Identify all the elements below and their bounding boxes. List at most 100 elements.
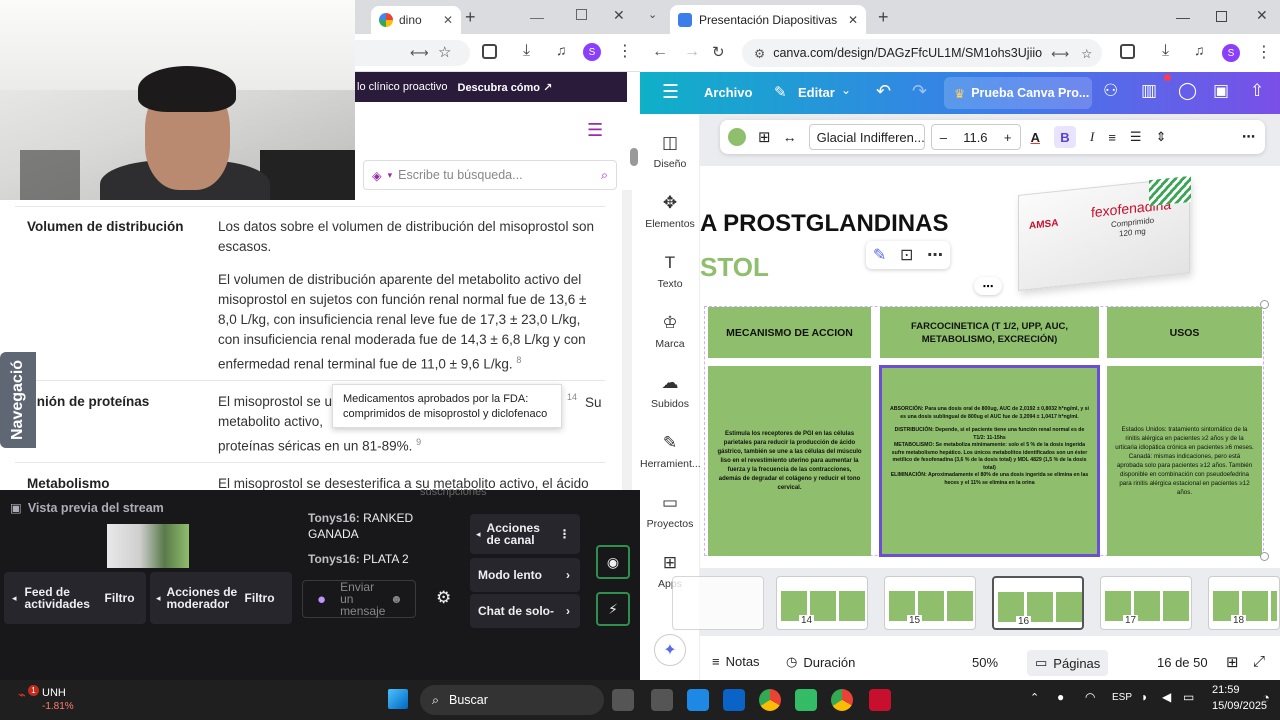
- clock-date[interactable]: 15/09/2025: [1212, 700, 1267, 712]
- language-indicator[interactable]: ESP: [1112, 692, 1132, 703]
- outlook-icon[interactable]: [723, 689, 745, 711]
- back-icon[interactable]: ←: [652, 43, 668, 61]
- microphone-icon[interactable]: ●: [317, 591, 326, 608]
- redo-icon[interactable]: ↷: [912, 81, 927, 102]
- new-tab-icon[interactable]: +: [465, 7, 476, 28]
- minimize-icon[interactable]: —: [530, 9, 544, 25]
- translate-icon[interactable]: ⟷: [410, 45, 429, 61]
- solo-chat-button[interactable]: Chat de solo- ›: [470, 594, 580, 628]
- text-color-icon[interactable]: A: [1031, 130, 1040, 145]
- tray-chevron-icon[interactable]: ⌃: [1030, 691, 1039, 704]
- battery-icon[interactable]: ▭: [1183, 690, 1194, 704]
- more-options-icon[interactable]: ⋯: [1242, 129, 1255, 145]
- search-icon[interactable]: ⌕: [601, 168, 608, 183]
- translate-icon[interactable]: ⟷: [1051, 46, 1069, 61]
- menu-dots-icon[interactable]: ⋮: [617, 41, 633, 61]
- chat-message-input[interactable]: ● Enviar un mensaje ☻: [302, 580, 416, 618]
- menu-archivo[interactable]: Archivo: [704, 85, 752, 100]
- sidebar-item-diseno[interactable]: ◫ Diseño: [640, 132, 700, 170]
- navigation-side-tab[interactable]: Navegació: [0, 352, 36, 448]
- screenshot-icon[interactable]: ◉: [596, 545, 630, 579]
- resize-handle[interactable]: [1260, 300, 1269, 309]
- thumbnail-15[interactable]: 15: [884, 576, 976, 630]
- thumbnail-14[interactable]: 14: [776, 576, 868, 630]
- table-header-mecanismo[interactable]: MECANISMO DE ACCION: [708, 307, 871, 358]
- comment-icon[interactable]: ◯: [1178, 81, 1197, 101]
- thumbnail-18[interactable]: 18: [1208, 576, 1280, 630]
- channel-actions-header[interactable]: ◂ Acciones de canal ⋮: [470, 514, 580, 554]
- zoom-level[interactable]: 50%: [972, 655, 998, 670]
- thumbnail-16-current[interactable]: 16: [992, 576, 1084, 630]
- table-header-farmacocinetica[interactable]: FARCOCINETICA (T 1/2, UPP, AUC, METABOLI…: [880, 307, 1099, 358]
- menu-editar[interactable]: Editar: [798, 85, 835, 100]
- sidebar-item-proyectos[interactable]: ▭ Proyectos: [640, 492, 700, 530]
- feed-filter-button[interactable]: Filtro: [105, 591, 135, 605]
- lightning-icon[interactable]: ⚡: [596, 592, 630, 626]
- maximize-icon[interactable]: [576, 9, 587, 20]
- sidebar-item-texto[interactable]: T Texto: [640, 252, 700, 290]
- profile-avatar[interactable]: S: [583, 43, 601, 61]
- duration-button[interactable]: ◷ Duración: [786, 654, 855, 670]
- thumbnail-13[interactable]: [672, 576, 764, 630]
- resize-handle[interactable]: [1260, 552, 1269, 561]
- undo-icon[interactable]: ↶: [876, 81, 891, 102]
- magic-edit-icon[interactable]: ✎: [873, 245, 886, 265]
- bookmark-star-icon[interactable]: ☆: [438, 43, 451, 61]
- increase-size-button[interactable]: +: [1004, 130, 1012, 145]
- pages-button[interactable]: ▭ Páginas: [1027, 650, 1109, 676]
- site-info-icon[interactable]: ⚙: [754, 46, 765, 61]
- more-icon[interactable]: ⋯: [927, 245, 943, 265]
- medicine-box-image[interactable]: AMSA fexofenadina Comprimido 120 mg: [1018, 175, 1191, 292]
- sidebar-item-marca[interactable]: ♔ Marca: [640, 312, 700, 350]
- chat-username[interactable]: Tonys16:: [308, 552, 360, 566]
- magic-assistant-icon[interactable]: ✦: [654, 634, 686, 666]
- thumbnail-17[interactable]: 17: [1100, 576, 1192, 630]
- chevron-down-icon[interactable]: ⌄: [841, 83, 851, 97]
- fullscreen-icon[interactable]: ⤢: [1253, 653, 1265, 670]
- canva-pro-trial-button[interactable]: ♛ Prueba Canva Pro...: [944, 77, 1092, 109]
- bold-button[interactable]: B: [1053, 126, 1076, 148]
- table-header-usos[interactable]: USOS: [1107, 307, 1262, 358]
- editor-app-icon[interactable]: [687, 689, 709, 711]
- present-icon[interactable]: ▣: [1213, 81, 1229, 101]
- reference[interactable]: 9: [416, 437, 421, 447]
- table-cell-farmacocinetica[interactable]: ABSORCIÓN: Para una dosis oral de 800ug,…: [879, 365, 1100, 557]
- microphone-icon[interactable]: ●: [1057, 690, 1064, 704]
- new-tab-icon[interactable]: +: [878, 7, 889, 28]
- sidebar-item-herramientas[interactable]: ✎ Herramient...: [640, 432, 701, 470]
- font-size-value[interactable]: 11.6: [963, 130, 987, 145]
- hamburger-menu-icon[interactable]: ☰: [587, 120, 603, 141]
- window-close-icon[interactable]: ✕: [613, 7, 625, 24]
- widgets-icon[interactable]: [651, 689, 673, 711]
- bookmark-star-icon[interactable]: ☆: [1081, 46, 1092, 61]
- column-width-icon[interactable]: ↔: [783, 129, 797, 145]
- download-icon[interactable]: ⤓: [1162, 42, 1169, 60]
- mod-filter-button[interactable]: Filtro: [245, 591, 275, 605]
- reload-icon[interactable]: ↻: [712, 43, 725, 61]
- extensions-icon[interactable]: [482, 44, 497, 59]
- italic-button[interactable]: I: [1090, 129, 1094, 145]
- font-family-select[interactable]: Glacial Indifferen...: [808, 124, 925, 150]
- store-app-icon[interactable]: [795, 689, 817, 711]
- slow-mode-button[interactable]: Modo lento ›: [470, 558, 580, 592]
- task-view-icon[interactable]: [612, 689, 634, 711]
- emoji-icon[interactable]: ☻: [390, 592, 403, 606]
- chat-username[interactable]: Tonys16:: [308, 511, 360, 525]
- spacing-icon[interactable]: ⇕: [1156, 129, 1167, 145]
- stock-name[interactable]: UNH: [42, 687, 66, 699]
- kebab-icon[interactable]: ⋮: [559, 527, 571, 541]
- volume-icon[interactable]: ◀: [1162, 690, 1171, 704]
- url-field[interactable]: ⚙ canva.com/design/DAGzFfcUL1M/SM1ohs3Uj…: [742, 39, 1102, 67]
- article-search-input[interactable]: ◈ ▾ Escribe tu búsqueda... ⌕: [363, 160, 617, 190]
- close-tab-icon[interactable]: ✕: [443, 13, 453, 27]
- scrollbar-thumb[interactable]: [630, 148, 638, 166]
- tab-canva[interactable]: Presentación Diapositivas Med ✕: [670, 5, 866, 34]
- notes-button[interactable]: ≡ Notas: [712, 654, 760, 669]
- chrome-profile-icon[interactable]: [831, 689, 853, 711]
- stock-icon[interactable]: ⌁: [18, 687, 26, 703]
- close-tab-icon[interactable]: ✕: [848, 13, 858, 27]
- chat-settings-gear-icon[interactable]: ⚙: [436, 588, 451, 608]
- insights-icon[interactable]: ▥: [1141, 81, 1157, 101]
- menu-dots-icon[interactable]: ⋮: [1256, 42, 1272, 62]
- table-grid-icon[interactable]: ⊞: [758, 128, 771, 146]
